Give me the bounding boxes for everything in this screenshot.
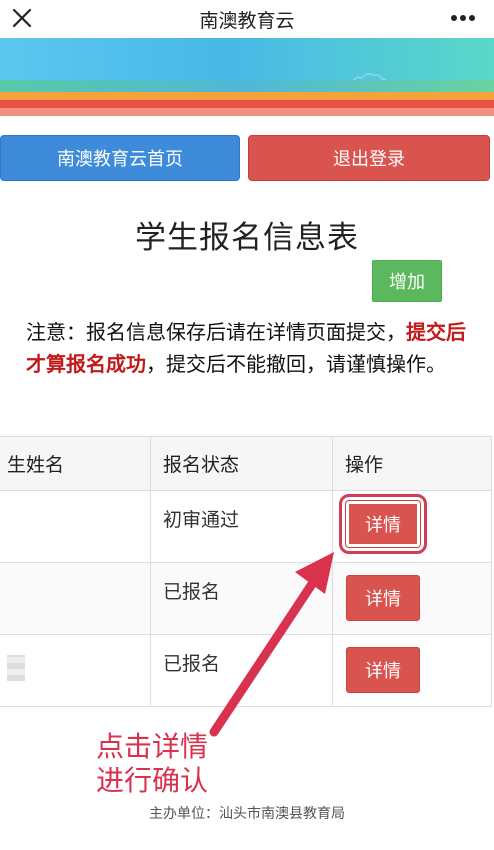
student-table: 生姓名 报名状态 操作 初审通过 详情 已报名 详情 已报名 详情 [0,436,492,707]
annotation-text: 点击详情 进行确认 [96,730,208,798]
annotation-line2: 进行确认 [96,764,209,797]
more-icon[interactable] [446,4,480,32]
detail-button[interactable]: 详情 [339,494,427,554]
action-cell: 详情 [332,634,492,707]
table-row: 已报名 详情 [0,634,492,707]
action-cell: 详情 [332,562,492,635]
close-icon[interactable] [8,4,36,32]
student-name-cell [0,562,151,635]
annotation-arrow [209,552,334,737]
banner-stripe [0,100,494,108]
table-header-row: 生姓名 报名状态 操作 [0,436,492,491]
student-name-cell [0,490,151,563]
footer-text: 主办单位：汕头市南澳县教育局 [149,806,345,822]
action-cell: 详情 [332,490,492,563]
blurred-name [7,655,25,681]
banner-image [0,38,494,116]
banner-stripe [0,108,494,116]
page-title: 学生报名信息表 [135,220,359,256]
table-row: 已报名 详情 [0,562,492,635]
detail-button[interactable]: 详情 [346,647,420,693]
detail-button[interactable]: 详情 [346,575,420,621]
notice-text: 注意：报名信息保存后请在详情页面提交，提交后才算报名成功，提交后不能撤回，请谨慎… [26,316,476,380]
table-row: 初审通过 详情 [0,490,492,563]
column-header-name: 生姓名 [0,436,151,491]
status-cell: 初审通过 [150,490,333,563]
student-name-cell [0,634,151,707]
home-button[interactable]: 南澳教育云首页 [0,135,240,181]
app-title: 南澳教育云 [199,9,295,32]
notice-part2: ，提交后不能撤回，请谨慎操作。 [146,352,446,376]
banner-stripe [0,92,494,100]
status-cell: 已报名 [150,562,333,635]
annotation-line1: 点击详情 [96,730,209,763]
logout-button[interactable]: 退出登录 [248,135,490,181]
column-header-status: 报名状态 [150,436,333,491]
add-button[interactable]: 增加 [372,260,442,302]
column-header-action: 操作 [332,436,492,491]
title-bar: 南澳教育云 [0,0,494,38]
notice-part1: 注意：报名信息保存后请在详情页面提交， [26,320,406,344]
status-cell: 已报名 [150,634,333,707]
